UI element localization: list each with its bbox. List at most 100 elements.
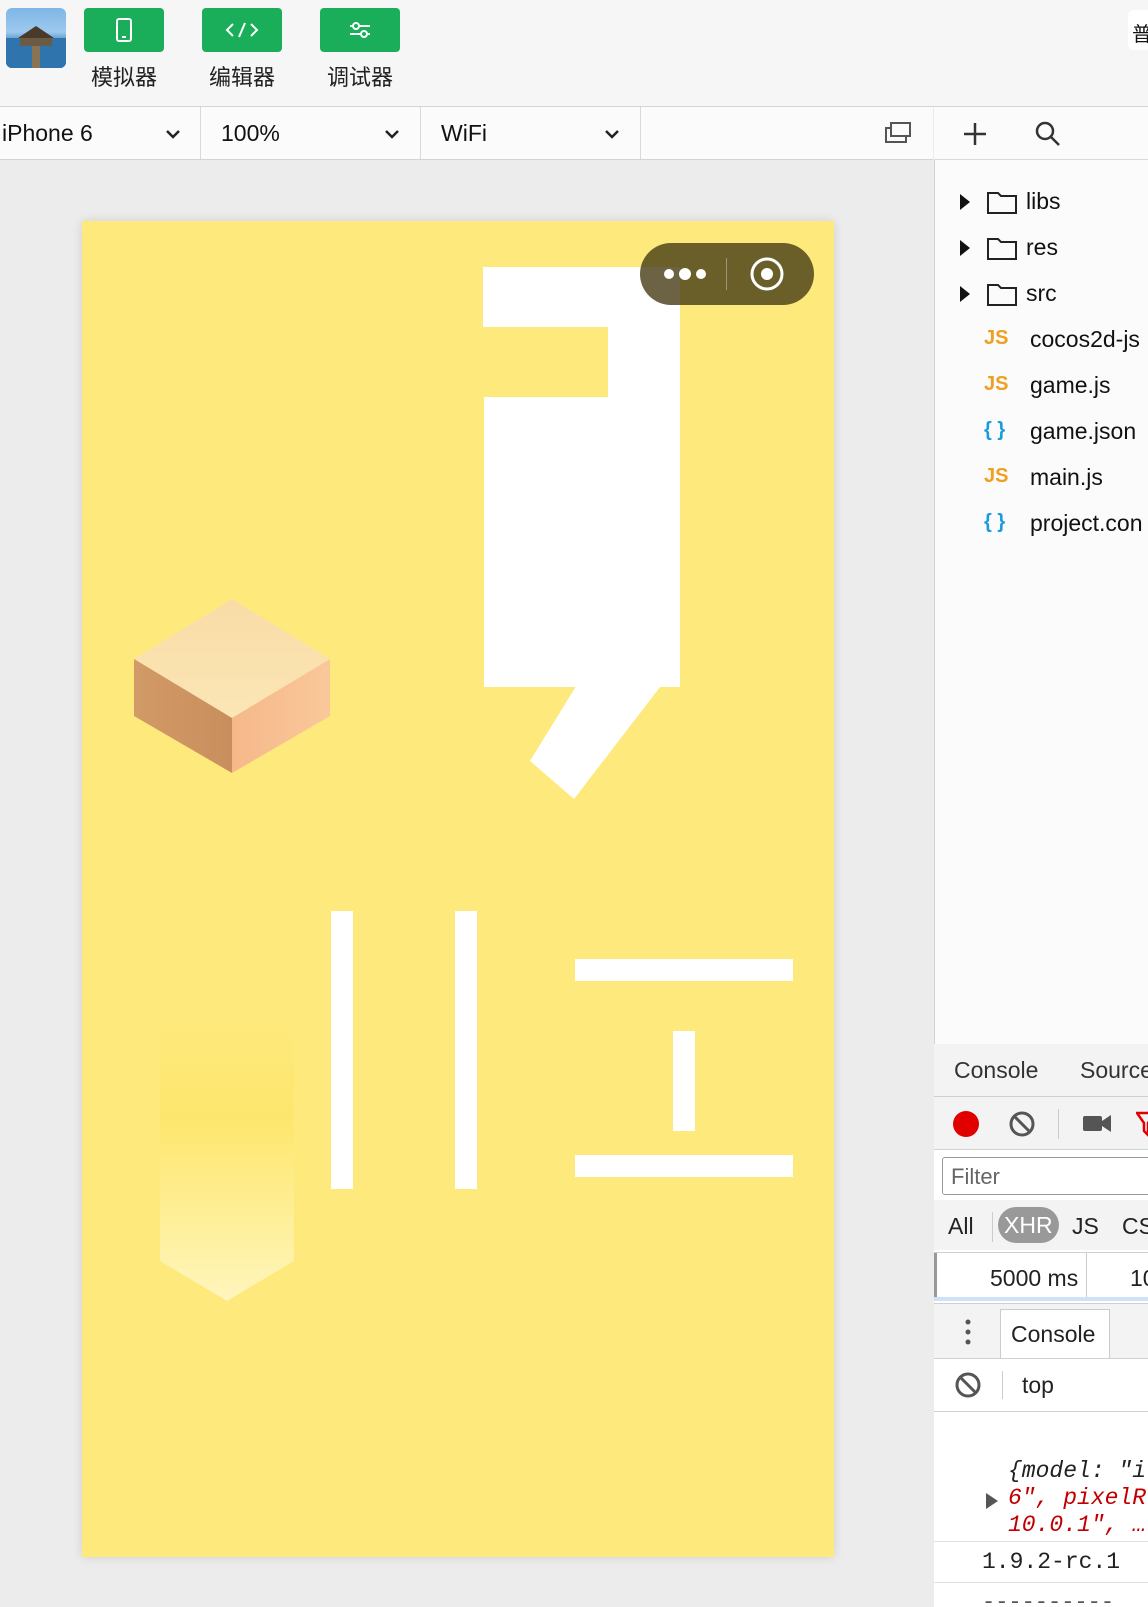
debugger-button[interactable]	[320, 8, 400, 52]
explorer-header	[934, 107, 1148, 160]
capsule-divider	[726, 258, 727, 290]
chevron-down-icon	[605, 130, 619, 139]
clear-console-icon[interactable]	[954, 1371, 982, 1399]
timeline-grid	[1086, 1253, 1087, 1301]
console-next-line: ----------	[982, 1590, 1115, 1606]
close-target-icon[interactable]	[748, 255, 786, 293]
caret-right-icon	[960, 194, 970, 210]
console-divider	[1002, 1371, 1003, 1399]
cube-player	[134, 599, 330, 773]
zoom-select[interactable]: 100%	[201, 107, 421, 159]
log-line: 10.0.1", …	[1008, 1512, 1147, 1538]
editor-label: 编辑器	[208, 66, 275, 91]
simulator-tool[interactable]: 模拟器	[84, 8, 164, 92]
network-toolbar	[934, 1097, 1148, 1150]
file-name: game.js	[1030, 372, 1111, 398]
drawer-bar: Console	[934, 1304, 1148, 1359]
zoom-value: 100%	[221, 120, 280, 146]
js-file-icon: JS	[984, 373, 1009, 395]
timeline-overview	[934, 1297, 1148, 1301]
more-icon[interactable]	[662, 263, 708, 285]
search-icon[interactable]	[1034, 120, 1062, 148]
toolbar-divider	[1058, 1109, 1059, 1139]
drawer-tab-label: Console	[1011, 1321, 1096, 1347]
folder-name: res	[1026, 234, 1058, 260]
filter-input[interactable]: Filter	[942, 1157, 1148, 1195]
upload-tab[interactable]: 普	[1128, 10, 1148, 50]
editor-button[interactable]	[202, 8, 282, 52]
folder-name: libs	[1026, 188, 1061, 214]
folder-name: src	[1026, 280, 1057, 306]
device-value: iPhone 6	[2, 120, 93, 146]
clear-icon[interactable]	[1008, 1110, 1036, 1138]
devtools-tabs: Console Source	[934, 1044, 1148, 1097]
caret-right-icon	[960, 240, 970, 256]
console-clipped-line: ----------	[934, 1412, 1148, 1426]
code-icon	[225, 22, 259, 38]
title-glyph	[483, 267, 680, 799]
folder-icon	[987, 284, 1017, 306]
json-file-icon: { }	[984, 511, 1006, 533]
simulator-label: 模拟器	[90, 66, 157, 91]
type-divider	[992, 1212, 993, 1242]
folder-icon	[987, 238, 1017, 260]
filter-icon[interactable]	[1136, 1111, 1148, 1137]
expand-object-icon[interactable]	[984, 1492, 1000, 1510]
timeline-tick: 10	[1130, 1265, 1148, 1291]
resource-type-filter: All XHR JS CS	[934, 1200, 1148, 1250]
network-value: WiFi	[441, 120, 487, 146]
game-canvas[interactable]	[82, 221, 834, 1557]
console-toolbar: top	[934, 1359, 1148, 1412]
timeline-marker	[934, 1253, 937, 1301]
file-name: main.js	[1030, 464, 1103, 490]
file-name: game.json	[1030, 418, 1137, 444]
device-bar: iPhone 6 100% WiFi	[0, 107, 933, 160]
console-version-log: 1.9.2-rc.1	[982, 1549, 1121, 1575]
log-line: 6", pixelR	[1008, 1485, 1147, 1511]
device-select[interactable]: iPhone 6	[0, 107, 201, 159]
network-select[interactable]: WiFi	[421, 107, 641, 159]
simulator-button[interactable]	[84, 8, 164, 52]
editor-tool[interactable]: 编辑器	[202, 8, 282, 92]
file-name: project.con	[1030, 510, 1143, 536]
file-name: cocos2d-js	[1030, 326, 1140, 352]
record-icon[interactable]	[952, 1110, 980, 1138]
chevron-down-icon	[166, 130, 180, 139]
sliders-icon	[350, 22, 370, 38]
log-line: {model: "i	[1008, 1458, 1147, 1484]
js-file-icon: JS	[984, 327, 1009, 349]
js-file-icon: JS	[984, 465, 1009, 487]
folder-icon	[987, 192, 1017, 214]
avatar-image	[6, 26, 66, 68]
add-icon[interactable]	[962, 121, 988, 147]
tab-console[interactable]: Console	[954, 1057, 1038, 1084]
top-toolbar	[0, 0, 1148, 107]
detach-window-icon[interactable]	[884, 121, 912, 145]
debugger-tool[interactable]: 调试器	[320, 8, 400, 92]
network-timeline: 5000 ms 10	[934, 1252, 1148, 1304]
timeline-tick: 5000 ms	[990, 1265, 1079, 1291]
filter-placeholder: Filter	[951, 1164, 1000, 1189]
console-object-log[interactable]: {model: "i 6", pixelR 10.0.1", …	[1008, 1458, 1146, 1539]
glow-pillar	[160, 1021, 294, 1301]
log-separator	[934, 1541, 1148, 1542]
context-selector[interactable]: top	[1022, 1372, 1054, 1399]
debugger-label: 调试器	[326, 66, 393, 91]
video-camera-icon[interactable]	[1082, 1112, 1112, 1134]
kebab-menu-icon[interactable]	[964, 1318, 972, 1346]
upload-tab-label: 普	[1132, 22, 1148, 46]
mini-program-capsule	[640, 243, 814, 305]
tab-sources[interactable]: Source	[1080, 1057, 1148, 1084]
phone-icon	[116, 18, 132, 42]
type-js[interactable]: JS	[1072, 1213, 1099, 1240]
log-separator	[934, 1582, 1148, 1583]
game-scene	[134, 267, 793, 1301]
type-xhr[interactable]: XHR	[998, 1207, 1059, 1243]
subtitle-glyph	[331, 911, 793, 1189]
drawer-tab-console[interactable]: Console	[1000, 1309, 1110, 1358]
project-avatar[interactable]	[6, 8, 66, 68]
chevron-down-icon	[385, 130, 399, 139]
type-css[interactable]: CS	[1122, 1213, 1148, 1240]
caret-right-icon	[960, 286, 970, 302]
type-all[interactable]: All	[948, 1213, 974, 1240]
